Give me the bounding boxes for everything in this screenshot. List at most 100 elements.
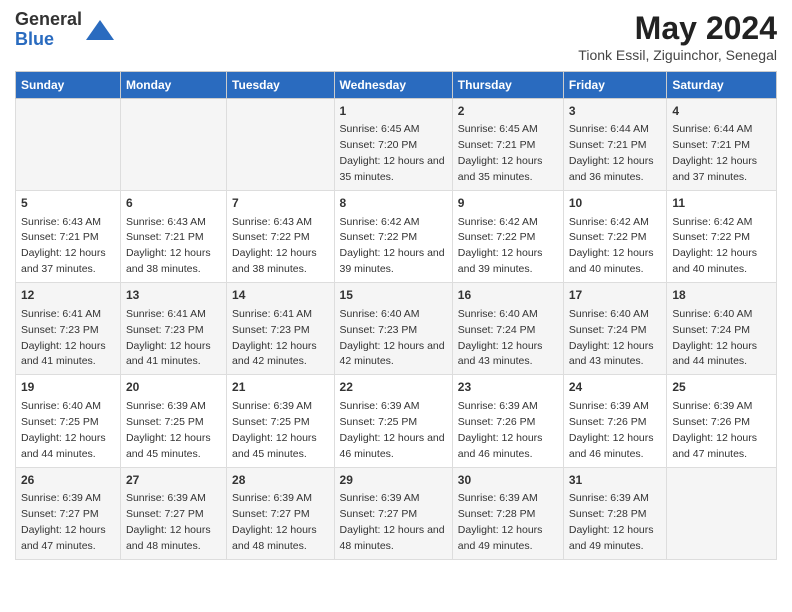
day-info: Sunrise: 6:39 AM Sunset: 7:27 PM Dayligh…	[232, 492, 317, 552]
week-row-2: 5Sunrise: 6:43 AM Sunset: 7:21 PM Daylig…	[16, 191, 777, 283]
day-number: 21	[232, 379, 329, 396]
day-info: Sunrise: 6:39 AM Sunset: 7:28 PM Dayligh…	[569, 492, 654, 552]
logo: General Blue	[15, 10, 114, 50]
day-number: 25	[672, 379, 771, 396]
day-cell: 21 Sunrise: 6:39 AM Sunset: 7:25 PM Dayli…	[227, 375, 335, 467]
day-cell: 26 Sunrise: 6:39 AM Sunset: 7:27 PM Dayli…	[16, 467, 121, 559]
day-number: 17	[569, 287, 662, 304]
day-number: 27	[126, 472, 221, 489]
day-number: 9	[458, 195, 558, 212]
logo-text: General Blue	[15, 10, 82, 50]
day-cell: 28 Sunrise: 6:39 AM Sunset: 7:27 PM Dayli…	[227, 467, 335, 559]
day-info: Sunrise: 6:39 AM Sunset: 7:27 PM Dayligh…	[126, 492, 211, 552]
header: General Blue May 2024 Tionk Essil, Zigui…	[15, 10, 777, 63]
day-info: Sunrise: 6:43 AM Sunset: 7:22 PM Dayligh…	[232, 216, 317, 276]
day-info: Sunrise: 6:39 AM Sunset: 7:27 PM Dayligh…	[340, 492, 445, 552]
col-header-sunday: Sunday	[16, 72, 121, 99]
day-cell: 3 Sunrise: 6:44 AM Sunset: 7:21 PM Daylig…	[563, 99, 667, 191]
day-number: 8	[340, 195, 447, 212]
main-title: May 2024	[578, 10, 777, 47]
day-cell	[120, 99, 226, 191]
day-number: 14	[232, 287, 329, 304]
day-number: 4	[672, 103, 771, 120]
day-number: 11	[672, 195, 771, 212]
day-cell: 27 Sunrise: 6:39 AM Sunset: 7:27 PM Dayli…	[120, 467, 226, 559]
day-info: Sunrise: 6:44 AM Sunset: 7:21 PM Dayligh…	[569, 123, 654, 183]
page: General Blue May 2024 Tionk Essil, Zigui…	[0, 0, 792, 612]
day-info: Sunrise: 6:39 AM Sunset: 7:26 PM Dayligh…	[672, 400, 757, 460]
title-block: May 2024 Tionk Essil, Ziguinchor, Senega…	[578, 10, 777, 63]
day-number: 13	[126, 287, 221, 304]
day-cell: 30 Sunrise: 6:39 AM Sunset: 7:28 PM Dayli…	[452, 467, 563, 559]
day-number: 12	[21, 287, 115, 304]
day-cell: 8 Sunrise: 6:42 AM Sunset: 7:22 PM Daylig…	[334, 191, 452, 283]
calendar-table: SundayMondayTuesdayWednesdayThursdayFrid…	[15, 71, 777, 560]
logo-general: General	[15, 10, 82, 30]
col-header-thursday: Thursday	[452, 72, 563, 99]
logo-icon	[86, 16, 114, 44]
day-info: Sunrise: 6:39 AM Sunset: 7:25 PM Dayligh…	[232, 400, 317, 460]
day-info: Sunrise: 6:43 AM Sunset: 7:21 PM Dayligh…	[126, 216, 211, 276]
day-number: 15	[340, 287, 447, 304]
day-number: 6	[126, 195, 221, 212]
day-cell: 20Sunrise: 6:39 AM Sunset: 7:25 PM Dayli…	[120, 375, 226, 467]
day-info: Sunrise: 6:39 AM Sunset: 7:25 PM Dayligh…	[340, 400, 445, 460]
day-number: 30	[458, 472, 558, 489]
day-number: 1	[340, 103, 447, 120]
day-number: 28	[232, 472, 329, 489]
col-header-saturday: Saturday	[667, 72, 777, 99]
day-number: 23	[458, 379, 558, 396]
day-cell	[667, 467, 777, 559]
col-header-friday: Friday	[563, 72, 667, 99]
day-number: 2	[458, 103, 558, 120]
day-info: Sunrise: 6:39 AM Sunset: 7:26 PM Dayligh…	[569, 400, 654, 460]
day-cell: 1 Sunrise: 6:45 AM Sunset: 7:20 PM Daylig…	[334, 99, 452, 191]
day-info: Sunrise: 6:42 AM Sunset: 7:22 PM Dayligh…	[458, 216, 543, 276]
day-cell: 17Sunrise: 6:40 AM Sunset: 7:24 PM Dayli…	[563, 283, 667, 375]
day-info: Sunrise: 6:39 AM Sunset: 7:28 PM Dayligh…	[458, 492, 543, 552]
day-info: Sunrise: 6:39 AM Sunset: 7:27 PM Dayligh…	[21, 492, 106, 552]
day-cell: 19 Sunrise: 6:40 AM Sunset: 7:25 PM Dayli…	[16, 375, 121, 467]
day-cell: 2 Sunrise: 6:45 AM Sunset: 7:21 PM Daylig…	[452, 99, 563, 191]
day-info: Sunrise: 6:42 AM Sunset: 7:22 PM Dayligh…	[340, 216, 445, 276]
day-info: Sunrise: 6:41 AM Sunset: 7:23 PM Dayligh…	[232, 308, 317, 368]
day-number: 19	[21, 379, 115, 396]
day-cell: 7 Sunrise: 6:43 AM Sunset: 7:22 PM Daylig…	[227, 191, 335, 283]
day-info: Sunrise: 6:40 AM Sunset: 7:24 PM Dayligh…	[458, 308, 543, 368]
col-header-monday: Monday	[120, 72, 226, 99]
day-number: 3	[569, 103, 662, 120]
logo-blue: Blue	[15, 30, 82, 50]
day-cell: 13Sunrise: 6:41 AM Sunset: 7:23 PM Dayli…	[120, 283, 226, 375]
day-number: 22	[340, 379, 447, 396]
day-info: Sunrise: 6:44 AM Sunset: 7:21 PM Dayligh…	[672, 123, 757, 183]
subtitle: Tionk Essil, Ziguinchor, Senegal	[578, 47, 777, 63]
day-cell: 23 Sunrise: 6:39 AM Sunset: 7:26 PM Dayli…	[452, 375, 563, 467]
day-cell: 16Sunrise: 6:40 AM Sunset: 7:24 PM Dayli…	[452, 283, 563, 375]
col-header-tuesday: Tuesday	[227, 72, 335, 99]
day-number: 24	[569, 379, 662, 396]
header-row: SundayMondayTuesdayWednesdayThursdayFrid…	[16, 72, 777, 99]
day-number: 7	[232, 195, 329, 212]
week-row-5: 26 Sunrise: 6:39 AM Sunset: 7:27 PM Dayli…	[16, 467, 777, 559]
day-info: Sunrise: 6:40 AM Sunset: 7:23 PM Dayligh…	[340, 308, 445, 368]
day-info: Sunrise: 6:43 AM Sunset: 7:21 PM Dayligh…	[21, 216, 106, 276]
day-info: Sunrise: 6:45 AM Sunset: 7:20 PM Dayligh…	[340, 123, 445, 183]
day-cell: 5Sunrise: 6:43 AM Sunset: 7:21 PM Daylig…	[16, 191, 121, 283]
day-info: Sunrise: 6:45 AM Sunset: 7:21 PM Dayligh…	[458, 123, 543, 183]
day-number: 26	[21, 472, 115, 489]
day-cell: 9 Sunrise: 6:42 AM Sunset: 7:22 PM Daylig…	[452, 191, 563, 283]
day-info: Sunrise: 6:39 AM Sunset: 7:26 PM Dayligh…	[458, 400, 543, 460]
day-cell: 18Sunrise: 6:40 AM Sunset: 7:24 PM Dayli…	[667, 283, 777, 375]
day-info: Sunrise: 6:40 AM Sunset: 7:24 PM Dayligh…	[672, 308, 757, 368]
day-cell: 10 Sunrise: 6:42 AM Sunset: 7:22 PM Dayli…	[563, 191, 667, 283]
day-cell	[227, 99, 335, 191]
day-cell: 31Sunrise: 6:39 AM Sunset: 7:28 PM Dayli…	[563, 467, 667, 559]
day-cell: 29Sunrise: 6:39 AM Sunset: 7:27 PM Dayli…	[334, 467, 452, 559]
day-cell: 24 Sunrise: 6:39 AM Sunset: 7:26 PM Dayli…	[563, 375, 667, 467]
day-info: Sunrise: 6:40 AM Sunset: 7:25 PM Dayligh…	[21, 400, 106, 460]
day-number: 20	[126, 379, 221, 396]
day-number: 10	[569, 195, 662, 212]
day-cell: 11Sunrise: 6:42 AM Sunset: 7:22 PM Dayli…	[667, 191, 777, 283]
day-info: Sunrise: 6:42 AM Sunset: 7:22 PM Dayligh…	[569, 216, 654, 276]
week-row-3: 12 Sunrise: 6:41 AM Sunset: 7:23 PM Dayli…	[16, 283, 777, 375]
